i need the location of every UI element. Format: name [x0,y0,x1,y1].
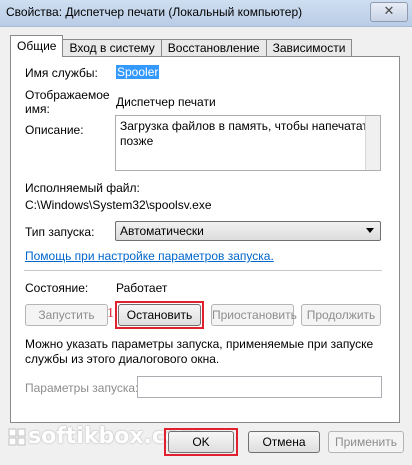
tab-dependencies[interactable]: Зависимости [265,39,353,57]
close-button[interactable]: ✕ [370,2,408,22]
cancel-button[interactable]: Отмена [248,431,320,453]
description-textbox[interactable]: Загрузка файлов в память, чтобы напечата… [115,115,381,171]
tab-strip: Общие Вход в систему Восстановление Зави… [10,35,353,57]
annotation-marker: 1 [107,306,114,321]
display-name-label-line2: имя: [25,102,50,116]
service-name-label: Имя службы: [25,66,98,80]
startup-type-select[interactable]: Автоматически [115,221,381,241]
tab-general[interactable]: Общие [10,35,64,57]
start-params-hint-line2: службы из этого диалогового окна. [25,352,220,366]
startup-type-value: Автоматически [120,224,204,238]
general-tab-panel: Имя службы: Spooler Отображаемое имя: Ди… [10,56,400,423]
status-value: Работает [116,281,168,295]
status-label: Состояние: [25,281,89,295]
start-button[interactable]: Запустить [25,304,108,326]
tab-recovery[interactable]: Восстановление [160,39,267,57]
resume-button[interactable]: Продолжить [301,304,381,326]
window-title: Свойства: Диспетчер печати (Локальный ко… [6,5,303,19]
close-icon: ✕ [383,4,395,19]
service-properties-dialog: Свойства: Диспетчер печати (Локальный ко… [0,0,412,465]
start-params-label: Параметры запуска: [25,381,139,395]
chevron-down-icon [366,228,374,233]
pause-button[interactable]: Приостановить [211,304,297,326]
divider-top [24,270,382,271]
description-text: Загрузка файлов в память, чтобы напечата… [120,119,375,148]
tab-log-on[interactable]: Вход в систему [62,39,162,57]
startup-help-link[interactable]: Помощь при настройке параметров запуска. [25,249,274,263]
display-name-value[interactable]: Диспетчер печати [116,95,216,109]
start-params-hint-line1: Можно указать параметры запуска, применя… [25,337,374,351]
executable-path[interactable]: C:\Windows\System32\spoolsv.exe [25,198,212,212]
stop-button-highlight [115,301,204,329]
title-bar[interactable]: Свойства: Диспетчер печати (Локальный ко… [0,0,412,27]
start-params-input[interactable] [137,376,382,398]
description-scrollbar[interactable] [365,116,380,170]
ok-button-highlight [164,428,238,456]
description-label: Описание: [25,123,84,137]
executable-label: Исполняемый файл: [25,181,140,195]
display-name-label-line1: Отображаемое [25,88,110,102]
startup-type-label: Тип запуска: [25,225,95,239]
softikbox-logo-icon [8,428,26,446]
service-name-value[interactable]: Spooler [116,65,160,79]
apply-button[interactable]: Применить [328,431,404,453]
